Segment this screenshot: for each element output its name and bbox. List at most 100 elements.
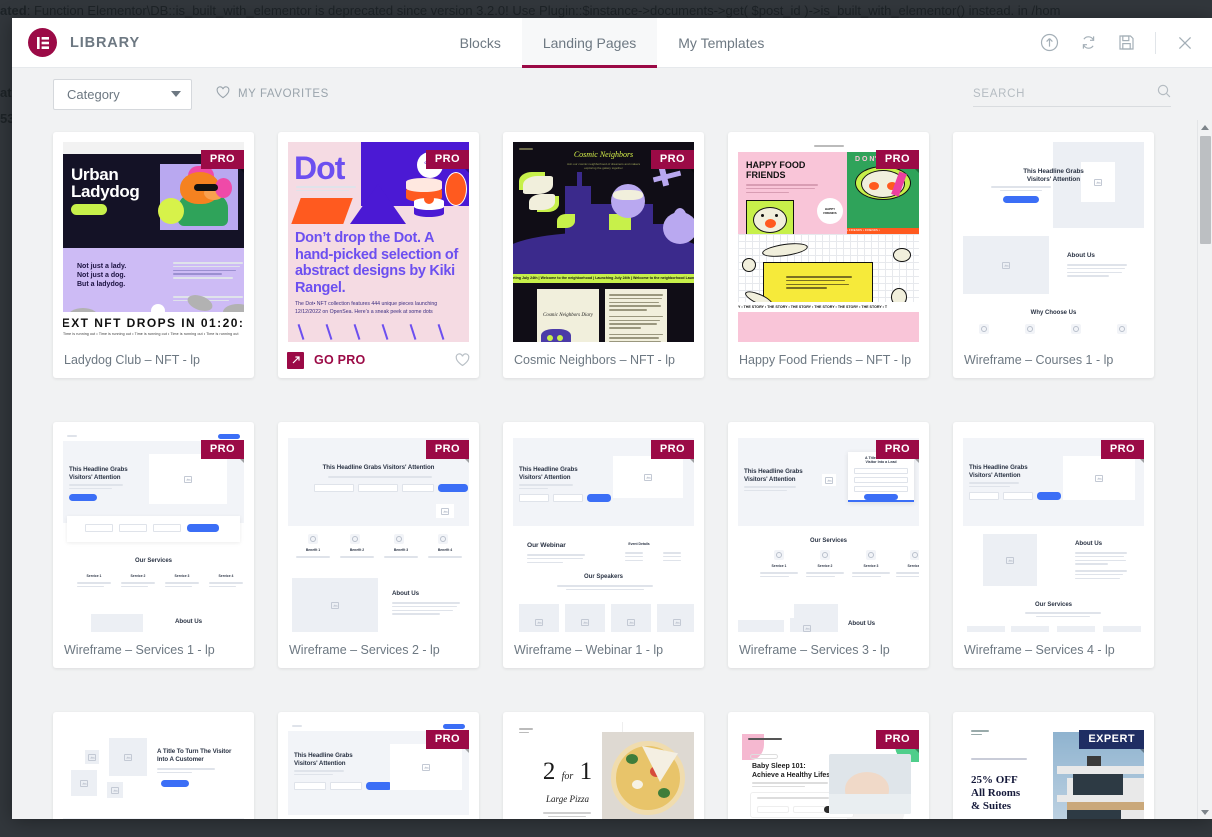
notice-body: : Function Elementor\DB::is_built_with_e… [26,3,1061,18]
template-title: Wireframe – Services 3 - lp [739,643,890,657]
chevron-down-icon [171,91,181,97]
elementor-logo-icon [28,28,57,57]
template-card[interactable]: Cosmic Neighbors Join our cosmic neighbo… [503,132,704,378]
scrollbar-down-arrow[interactable] [1198,805,1212,819]
close-icon[interactable] [1176,34,1194,52]
template-title: Wireframe – Services 4 - lp [964,643,1115,657]
template-title: Happy Food Friends – NFT - lp [739,353,912,367]
template-title: Ladydog Club – NFT - lp [64,353,200,367]
template-thumbnail[interactable]: Baby Sleep 101: Achieve a Healthy Lifesty… [738,722,919,819]
pro-badge: PRO [650,440,694,463]
template-card[interactable]: Dot OPENSEA Don’t drop the Dot. A hand-p… [278,132,479,378]
my-favorites-label: MY FAVORITES [238,88,329,100]
template-thumbnail[interactable]: Cosmic Neighbors Join our cosmic neighbo… [513,142,694,342]
scrollbar-up-arrow[interactable] [1198,120,1212,134]
template-thumbnail[interactable]: This Headline Grabs Visitors' Attention A… [963,432,1144,632]
template-card[interactable]: 25% OFF All Rooms & Suites EXPERT [953,712,1154,819]
page-title: LIBRARY [70,34,140,51]
template-thumbnail[interactable]: A Title To Turn The Visitor Into A Custom… [63,722,244,819]
search-input[interactable] [973,87,1171,100]
library-tabs: Blocks Landing Pages My Templates [12,18,1212,68]
templates-grid: Urban Ladydog Not just a lady. Not just a … [53,120,1171,819]
pro-badge: PRO [425,730,469,753]
tab-blocks[interactable]: Blocks [439,18,522,67]
art-hff-ticker: Y • THE STORY • THE STORY • THE STORY • … [738,302,919,312]
scrollbar-thumb[interactable] [1200,136,1211,244]
template-title: Wireframe – Courses 1 - lp [964,353,1114,367]
template-card[interactable]: This Headline GrabsVisitors' Attention O… [53,422,254,668]
templates-scroll-area: Urban Ladydog Not just a lady. Not just a … [12,120,1212,819]
art-pizza-num2: 1 [579,758,593,785]
art-hotel-h1c: & Suites [971,800,1012,812]
template-title: Cosmic Neighbors – NFT - lp [514,353,675,367]
header-actions [1040,18,1212,67]
template-thumbnail[interactable]: This Headline GrabsVisitors' Attention O… [513,432,694,632]
template-card[interactable]: This Headline GrabsVisitors' Attention O… [503,422,704,668]
template-thumbnail[interactable]: 2 for 1 Large Pizza [513,722,694,819]
library-header: LIBRARY Blocks Landing Pages My Template… [12,18,1212,68]
template-thumbnail[interactable]: This Headline GrabsVisitors' Attention O… [63,432,244,632]
template-thumbnail[interactable]: HAPPY FOOD FRIENDS D O N' T • FRIENDS • … [738,142,919,342]
template-card[interactable]: This Headline Grabs Visitors' Attention A… [953,132,1154,378]
upload-icon[interactable] [1040,33,1059,52]
preview-external-icon[interactable] [287,351,304,369]
art-hff-seal: HAPPY FRIENDS [817,198,843,224]
art-hff-h1b: FRIENDS [746,170,786,180]
favorite-heart-icon[interactable] [455,353,470,367]
save-icon[interactable] [1118,34,1135,51]
template-card[interactable]: 2 for 1 Large Pizza [503,712,704,819]
template-card[interactable]: This Headline Grabs Visitors' Attention … [278,422,479,668]
template-thumbnail[interactable]: Dot OPENSEA Don’t drop the Dot. A hand-p… [288,142,469,342]
art-baby-h1a: Baby Sleep 101: [752,763,806,770]
pro-badge: PRO [425,150,469,173]
pro-badge: PRO [425,440,469,463]
art-hff-h1a: HAPPY FOOD [746,160,806,170]
search-field[interactable] [973,81,1171,107]
template-card[interactable]: This Headline Grabs Visitors' Attention A… [953,422,1154,668]
notice-fragment-bold-start: ated [0,3,27,18]
template-card[interactable]: This Headline Grabs Visitors' Attention A… [728,422,929,668]
template-hover-actions: GO PRO [278,342,479,378]
template-card[interactable]: HAPPY FOOD FRIENDS D O N' T • FRIENDS • … [728,132,929,378]
art-cosmic-diary: Cosmic Neighbors Diary [543,313,593,318]
art-ladydog-h1b: Ladydog [71,182,140,201]
template-thumbnail[interactable]: This Headline Grabs Visitors' Attention A… [738,432,919,632]
category-select-label: Category [67,86,120,102]
art-ladydog-ticker: IEXT NFT DROPS IN 01:20:00:4: [63,316,244,330]
pro-badge: PRO [200,150,244,173]
header-divider [1155,31,1156,54]
pro-badge: PRO [875,730,919,753]
sync-icon[interactable] [1079,33,1098,52]
heart-icon [216,86,230,102]
template-thumbnail[interactable]: This Headline Grabs Visitors' Attention A… [963,142,1144,342]
art-dot-word: Dot [294,150,345,186]
library-brand: LIBRARY [12,18,140,67]
my-favorites-filter[interactable]: MY FAVORITES [216,86,329,102]
tab-landing-pages[interactable]: Landing Pages [521,18,658,68]
search-icon[interactable] [1157,84,1171,103]
pro-badge: PRO [650,150,694,173]
template-card[interactable]: This Headline GrabsVisitors' Attention O… [278,712,479,819]
art-hotel-h1b: All Rooms [971,787,1021,799]
go-pro-label[interactable]: GO PRO [314,353,366,367]
pro-badge: PRO [875,440,919,463]
art-dot-paragraph: The Dot• NFT collection features 444 uni… [295,301,438,315]
template-card[interactable]: A Title To Turn The Visitor Into A Custom… [53,712,254,819]
template-thumbnail[interactable]: Urban Ladydog Not just a lady. Not just a … [63,142,244,342]
vertical-scrollbar[interactable] [1197,120,1212,819]
art-pizza-num1: 2 [542,758,556,785]
tab-my-templates[interactable]: My Templates [657,18,785,67]
category-select[interactable]: Category [53,78,192,110]
art-pizza-for: for [561,771,574,782]
pro-badge: PRO [200,440,244,463]
template-thumbnail[interactable]: This Headline Grabs Visitors' Attention … [288,432,469,632]
template-thumbnail[interactable]: 25% OFF All Rooms & Suites EXPERT [963,722,1144,819]
template-title: Wireframe – Webinar 1 - lp [514,643,664,657]
template-title: Wireframe – Services 2 - lp [289,643,440,657]
template-library-modal: LIBRARY Blocks Landing Pages My Template… [12,18,1212,819]
template-card[interactable]: Urban Ladydog Not just a lady. Not just a … [53,132,254,378]
template-card[interactable]: Baby Sleep 101: Achieve a Healthy Lifesty… [728,712,929,819]
expert-badge: EXPERT [1079,730,1144,753]
template-thumbnail[interactable]: This Headline GrabsVisitors' Attention O… [288,722,469,819]
library-toolbar: Category MY FAVORITES [12,68,1212,120]
